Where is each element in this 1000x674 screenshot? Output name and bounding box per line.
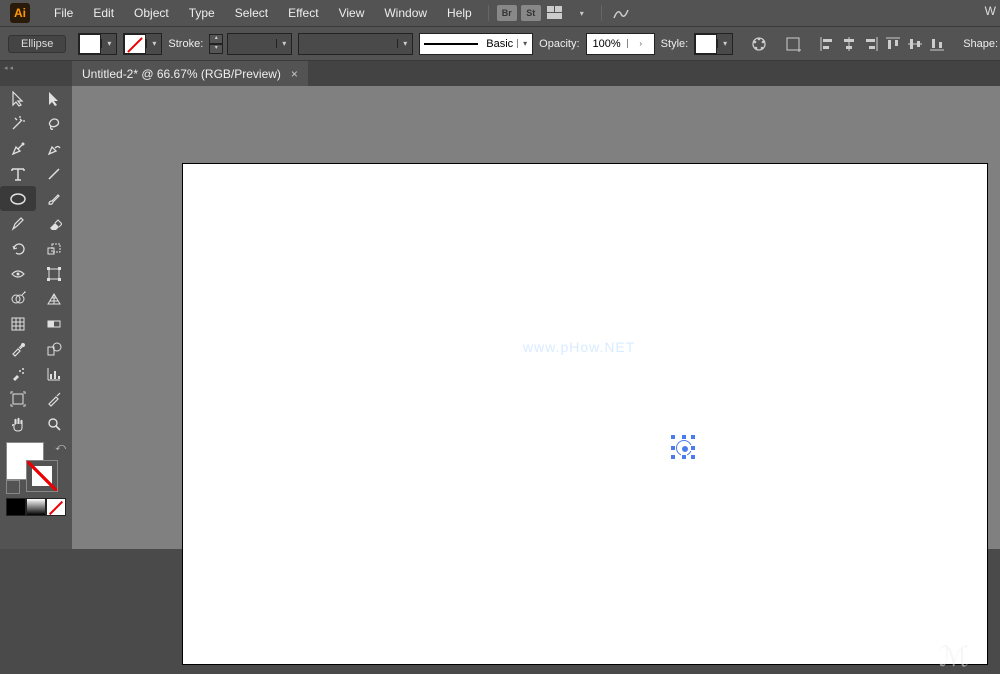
selected-ellipse-object[interactable]	[673, 437, 693, 457]
selection-tool[interactable]	[0, 86, 36, 111]
brush-definition-dropdown[interactable]: Basic▾	[419, 33, 533, 55]
active-tool-label[interactable]: Ellipse	[8, 35, 66, 53]
recolor-artwork-icon[interactable]	[751, 33, 767, 55]
menu-edit[interactable]: Edit	[83, 0, 124, 26]
bridge-icon[interactable]: Br	[497, 5, 517, 21]
style-label: Style:	[661, 38, 689, 50]
type-tool[interactable]	[0, 161, 36, 186]
ellipse-tool[interactable]	[0, 186, 36, 211]
arrange-documents-icon[interactable]	[545, 3, 567, 23]
menu-effect[interactable]: Effect	[278, 0, 328, 26]
color-mode-solid[interactable]	[6, 498, 26, 516]
style-swatch	[695, 34, 717, 54]
zoom-tool[interactable]	[36, 411, 72, 436]
pen-tool[interactable]	[0, 136, 36, 161]
stroke-weight-dropdown[interactable]: ▾	[227, 33, 292, 55]
menu-window[interactable]: Window	[374, 0, 437, 26]
canvas-area[interactable]: www.pHow.NET ℳ	[72, 86, 1000, 549]
mesh-tool[interactable]	[0, 311, 36, 336]
paintbrush-tool[interactable]	[36, 186, 72, 211]
gradient-tool[interactable]	[36, 311, 72, 336]
default-fill-stroke-icon[interactable]	[6, 480, 20, 494]
control-bar: Ellipse ▾ ▾ Stroke: ▴▾ ▾ ▾ Basic▾ Opacit…	[0, 26, 1000, 61]
graphic-style-dropdown[interactable]: ▾	[694, 33, 733, 55]
hand-tool[interactable]	[0, 411, 36, 436]
align-vcenter-icon[interactable]	[907, 33, 923, 55]
color-mode-none[interactable]	[46, 498, 66, 516]
lasso-tool[interactable]	[36, 111, 72, 136]
close-tab-icon[interactable]: ×	[291, 67, 298, 81]
fill-swatch	[79, 34, 101, 54]
document-tab-bar: Untitled-2* @ 66.67% (RGB/Preview) ×	[0, 61, 1000, 86]
free-transform-tool[interactable]	[36, 261, 72, 286]
watermark-text: www.pHow.NET	[523, 339, 635, 355]
menu-object[interactable]: Object	[124, 0, 179, 26]
artboard-tool[interactable]	[0, 386, 36, 411]
opacity-input[interactable]: 100%›	[586, 33, 655, 55]
column-graph-tool[interactable]	[36, 361, 72, 386]
menu-help[interactable]: Help	[437, 0, 482, 26]
menu-bar: Ai File Edit Object Type Select Effect V…	[0, 0, 1000, 26]
gpu-preview-icon[interactable]	[610, 3, 632, 23]
shape-label: Shape:	[963, 38, 998, 50]
arrange-dropdown-icon[interactable]: ▾	[571, 3, 593, 23]
eyedropper-tool[interactable]	[0, 336, 36, 361]
curvature-tool[interactable]	[36, 136, 72, 161]
stroke-color-dropdown[interactable]: ▾	[123, 33, 162, 55]
align-right-icon[interactable]	[863, 33, 879, 55]
stock-icon[interactable]: St	[521, 5, 541, 21]
align-hcenter-icon[interactable]	[841, 33, 857, 55]
align-top-icon[interactable]	[885, 33, 901, 55]
align-to-artboard-icon[interactable]	[785, 33, 801, 55]
panel-collapse-handle[interactable]: ◂◂	[4, 64, 15, 72]
fill-stroke-control[interactable]: ⤺	[6, 442, 66, 494]
scale-tool[interactable]	[36, 236, 72, 261]
direct-selection-tool[interactable]	[36, 86, 72, 111]
menu-separator	[488, 5, 489, 21]
menu-select[interactable]: Select	[225, 0, 278, 26]
eraser-tool[interactable]	[36, 211, 72, 236]
menu-file[interactable]: File	[44, 0, 83, 26]
color-mode-gradient[interactable]	[26, 498, 46, 516]
menu-type[interactable]: Type	[179, 0, 225, 26]
stroke-swatch-large[interactable]	[26, 460, 58, 492]
menu-view[interactable]: View	[329, 0, 375, 26]
align-left-icon[interactable]	[819, 33, 835, 55]
app-logo: Ai	[10, 3, 30, 23]
stroke-label: Stroke:	[168, 38, 203, 50]
swap-fill-stroke-icon[interactable]: ⤺	[55, 442, 66, 453]
width-tool[interactable]	[0, 261, 36, 286]
blend-tool[interactable]	[36, 336, 72, 361]
menu-right-truncated: W	[985, 4, 996, 18]
variable-width-profile-dropdown[interactable]: ▾	[298, 33, 413, 55]
pencil-tool[interactable]	[0, 211, 36, 236]
color-mode-row	[6, 498, 72, 516]
stroke-swatch	[124, 34, 146, 54]
fill-color-dropdown[interactable]: ▾	[78, 33, 117, 55]
menu-separator	[601, 5, 602, 21]
document-tab[interactable]: Untitled-2* @ 66.67% (RGB/Preview) ×	[72, 61, 308, 86]
magic-wand-tool[interactable]	[0, 111, 36, 136]
slice-tool[interactable]	[36, 386, 72, 411]
artboard[interactable]: www.pHow.NET ℳ	[182, 163, 988, 665]
document-tab-title: Untitled-2* @ 66.67% (RGB/Preview)	[82, 67, 281, 81]
symbol-sprayer-tool[interactable]	[0, 361, 36, 386]
tools-panel: ⤺	[0, 86, 73, 549]
align-bottom-icon[interactable]	[929, 33, 945, 55]
shape-builder-tool[interactable]	[0, 286, 36, 311]
opacity-label: Opacity:	[539, 38, 579, 50]
signature-graphic: ℳ	[939, 640, 969, 674]
perspective-grid-tool[interactable]	[36, 286, 72, 311]
rotate-tool[interactable]	[0, 236, 36, 261]
line-segment-tool[interactable]	[36, 161, 72, 186]
stroke-weight-stepper[interactable]: ▴▾	[209, 34, 221, 54]
